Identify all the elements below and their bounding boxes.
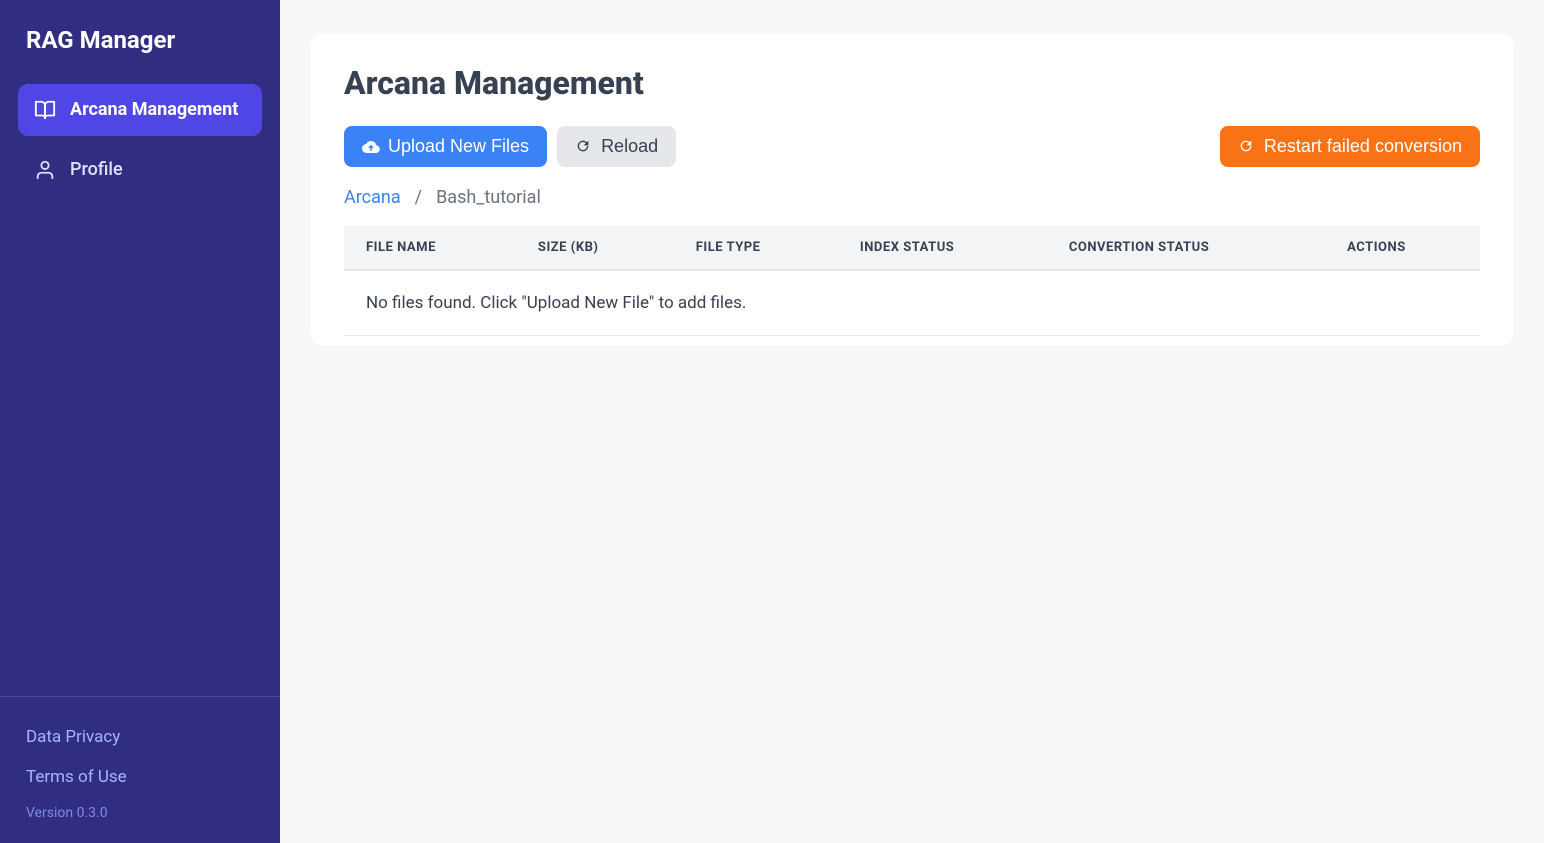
breadcrumb-separator: / — [415, 187, 422, 208]
breadcrumb-current: Bash_tutorial — [436, 187, 541, 208]
reload-icon — [575, 138, 593, 156]
button-label: Restart failed conversion — [1264, 136, 1462, 157]
footer-link-data-privacy[interactable]: Data Privacy — [26, 717, 254, 757]
brand-title: RAG Manager — [26, 26, 254, 54]
footer-link-terms-of-use[interactable]: Terms of Use — [26, 757, 254, 797]
sidebar-item-profile[interactable]: Profile — [18, 144, 262, 196]
upload-new-files-button[interactable]: Upload New Files — [344, 126, 547, 167]
col-file-name: FILE NAME — [344, 226, 516, 270]
button-label: Upload New Files — [388, 136, 529, 157]
restart-failed-conversion-button[interactable]: Restart failed conversion — [1220, 126, 1480, 167]
user-icon — [34, 159, 56, 181]
book-open-icon — [34, 99, 56, 121]
sidebar: RAG Manager Arcana Management Profile Da… — [0, 0, 280, 843]
toolbar: Upload New Files Reload Restart failed c — [344, 126, 1480, 167]
reload-button[interactable]: Reload — [557, 126, 676, 167]
col-size: SIZE (KB) — [516, 226, 674, 270]
main-content: Arcana Management Upload New Files Reloa… — [280, 0, 1544, 843]
col-conversion-status: CONVERTION STATUS — [1047, 226, 1325, 270]
files-table: FILE NAME SIZE (KB) FILE TYPE INDEX STAT… — [344, 226, 1480, 336]
breadcrumb: Arcana / Bash_tutorial — [344, 185, 1480, 210]
sidebar-header: RAG Manager — [0, 0, 280, 76]
button-label: Reload — [601, 136, 658, 157]
table-empty-row: No files found. Click "Upload New File" … — [344, 270, 1480, 336]
sidebar-nav: Arcana Management Profile — [0, 76, 280, 205]
content-card: Arcana Management Upload New Files Reloa… — [310, 34, 1514, 346]
breadcrumb-root[interactable]: Arcana — [344, 187, 401, 208]
page-title: Arcana Management — [344, 64, 1480, 102]
cloud-upload-icon — [362, 138, 380, 156]
sidebar-footer: Data Privacy Terms of Use Version 0.3.0 — [0, 696, 280, 843]
table-body: No files found. Click "Upload New File" … — [344, 270, 1480, 336]
table-header: FILE NAME SIZE (KB) FILE TYPE INDEX STAT… — [344, 226, 1480, 270]
sidebar-item-arcana-management[interactable]: Arcana Management — [18, 84, 262, 136]
col-index-status: INDEX STATUS — [838, 226, 1047, 270]
sidebar-item-label: Arcana Management — [70, 98, 238, 122]
empty-message: No files found. Click "Upload New File" … — [344, 270, 1480, 336]
col-file-type: FILE TYPE — [674, 226, 838, 270]
col-actions: ACTIONS — [1325, 226, 1480, 270]
version-text: Version 0.3.0 — [26, 797, 254, 821]
sidebar-item-label: Profile — [70, 158, 123, 182]
refresh-icon — [1238, 138, 1256, 156]
